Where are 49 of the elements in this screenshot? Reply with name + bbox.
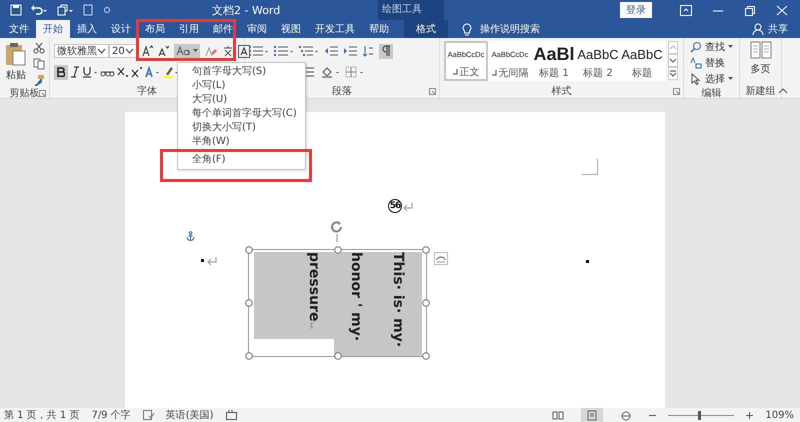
ribbon-tab[interactable]: 邮件 [206, 20, 240, 38]
group-label: 编辑 [702, 86, 722, 100]
ribbon-tab[interactable]: 帮助 [362, 20, 396, 38]
language-indicator[interactable]: 英语(美国) [166, 408, 214, 422]
menu-item[interactable]: 每个单词首字母大写(C) [178, 107, 305, 121]
style-option[interactable]: AaBbC 标题 [620, 41, 664, 81]
group-label: 新建组 [746, 84, 776, 98]
ribbon-tab[interactable]: 布局 [138, 20, 172, 38]
editing-button[interactable]: 查找 [690, 40, 733, 54]
group-label: 段落 [332, 84, 352, 98]
share-button[interactable]: 共享 [768, 22, 788, 36]
text-line: honor ' my· [348, 252, 364, 344]
menu-item[interactable]: 全角(F) [178, 153, 305, 167]
tell-me-search[interactable]: 操作说明搜索 [480, 22, 540, 36]
menu-item[interactable]: 句首字母大写(S) [178, 65, 305, 79]
page-count[interactable]: 第 1 页，共 1 页 [4, 408, 80, 422]
ribbon-tab[interactable]: 审阅 [240, 20, 274, 38]
text-line: pressure [306, 252, 322, 356]
ribbon-tab[interactable]: 开始 [36, 20, 70, 38]
menu-item[interactable]: 小写(L) [178, 79, 305, 93]
sign-in-button[interactable]: 登录 [620, 2, 652, 18]
zoom-level[interactable]: 109% [765, 410, 800, 420]
text-box[interactable]: This· is· my· honor ' my· pressure [248, 249, 427, 357]
word-count[interactable]: 7/9 个字 [91, 408, 131, 422]
window-title: 文档2 - Word [212, 3, 280, 18]
menu-item[interactable]: 半角(W) [178, 135, 305, 149]
text-line: This· is· my· [390, 252, 406, 350]
circled-number: 56 [388, 199, 402, 213]
ribbon-tab[interactable]: 文件 [2, 20, 36, 38]
ribbon-tab[interactable]: 格式 [404, 20, 448, 38]
group-label: 剪贴板 [10, 86, 40, 100]
multiple-pages-button[interactable]: 多页 [750, 41, 772, 84]
context-tab-label: 绘图工具 [378, 0, 444, 20]
ribbon-tab[interactable]: 视图 [274, 20, 308, 38]
menu-item[interactable]: 切换大小写(T) [178, 121, 305, 135]
group-label: 样式 [552, 84, 572, 98]
ribbon-tab[interactable]: 引用 [172, 20, 206, 38]
ribbon-tab[interactable]: 插入 [70, 20, 104, 38]
ribbon-tab[interactable]: 开发工具 [308, 20, 362, 38]
menu-item[interactable]: 大写(U) [178, 93, 305, 107]
font-name-field[interactable]: 微软雅黑 [54, 44, 109, 58]
paste-button[interactable]: 粘贴 [5, 42, 27, 82]
ribbon-tab[interactable]: 设计 [104, 20, 138, 38]
group-label: 字体 [137, 84, 157, 98]
font-size-field[interactable]: 20 [109, 44, 137, 58]
style-option[interactable]: AaBl 标题 1 [532, 41, 576, 81]
editing-button[interactable]: 选择 [690, 72, 733, 86]
editing-button[interactable]: 替换 [690, 56, 733, 70]
style-option[interactable]: AaBbC 标题 2 [576, 41, 620, 81]
